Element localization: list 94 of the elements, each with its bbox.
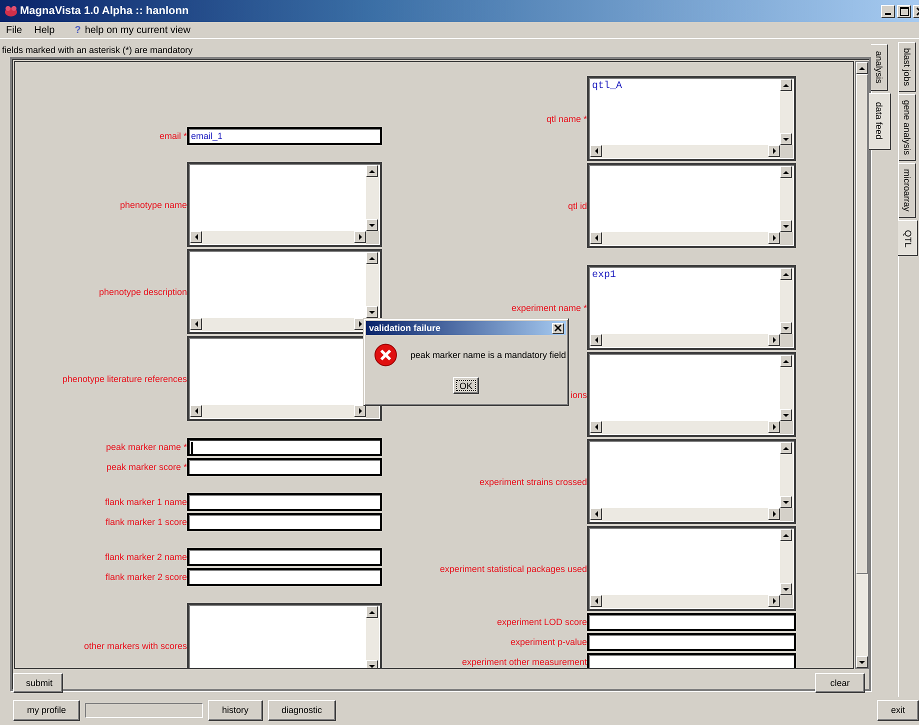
horizontal-scrollbar[interactable] xyxy=(590,421,780,434)
horizontal-scrollbar[interactable] xyxy=(190,318,366,331)
help-link[interactable]: help on my current view xyxy=(84,24,190,36)
vertical-scrollbar[interactable] xyxy=(780,268,793,334)
field-label: phenotype name xyxy=(118,200,187,210)
horizontal-scrollbar[interactable] xyxy=(590,334,780,347)
help-icon[interactable]: ? xyxy=(74,24,81,36)
field-label: experiment name * xyxy=(510,302,587,312)
tab[interactable]: data feed xyxy=(869,92,891,150)
clear-button[interactable]: clear xyxy=(815,673,865,693)
tab[interactable]: analysis xyxy=(871,44,888,91)
dialog-title: validation failure xyxy=(369,323,441,333)
field-label: peak marker name * xyxy=(104,442,187,452)
text-area[interactable]: qtl_A xyxy=(587,76,796,161)
field-label: experiment LOD score xyxy=(496,617,587,627)
input-field[interactable] xyxy=(587,653,796,668)
field-label: flank marker 1 score xyxy=(104,517,187,527)
input-field[interactable]: email_1 xyxy=(187,127,382,145)
field-label: experiment other measurement xyxy=(460,657,587,667)
ok-button[interactable]: OK xyxy=(453,377,478,394)
text-area[interactable] xyxy=(187,336,382,421)
horizontal-scrollbar[interactable] xyxy=(590,595,780,608)
close-icon xyxy=(554,324,562,332)
vertical-scrollbar[interactable] xyxy=(780,166,793,232)
input-field[interactable] xyxy=(187,493,382,511)
button[interactable]: history xyxy=(208,700,263,720)
scrollbar-corner xyxy=(780,145,793,158)
text-area[interactable] xyxy=(587,439,796,524)
close-button[interactable] xyxy=(552,322,564,334)
maximize-button[interactable] xyxy=(897,4,911,18)
vertical-scrollbar[interactable] xyxy=(366,165,379,231)
field-label: other markers with scores xyxy=(82,640,187,650)
text-area[interactable]: exp1 xyxy=(587,265,796,350)
text-area[interactable] xyxy=(187,603,382,668)
field-label: peak marker score * xyxy=(105,462,187,472)
vertical-scrollbar[interactable] xyxy=(366,606,379,668)
menu-item[interactable]: File xyxy=(6,24,22,36)
tab[interactable]: microarray xyxy=(899,163,916,218)
input-field[interactable] xyxy=(187,513,382,531)
button[interactable]: my profile xyxy=(13,700,80,720)
hint-text: fields marked with an asterisk (*) are mandatory xyxy=(2,44,194,57)
field-label: flank marker 2 name xyxy=(104,552,187,562)
scrollbar-corner xyxy=(780,595,793,608)
field-label: experiment p-value xyxy=(509,637,587,647)
vertical-scrollbar[interactable] xyxy=(780,79,793,145)
vertical-scrollbar[interactable] xyxy=(780,529,793,595)
input-field[interactable] xyxy=(187,458,382,476)
field-label: phenotype literature references xyxy=(61,374,187,384)
button[interactable]: diagnostic xyxy=(268,700,336,720)
maximize-icon xyxy=(900,6,908,16)
input-field[interactable] xyxy=(587,633,796,651)
field-label: ions xyxy=(569,390,587,400)
field-label: qtl name * xyxy=(545,114,587,124)
minimize-button[interactable] xyxy=(881,4,895,18)
minimize-icon xyxy=(885,12,891,14)
app-logo-icon xyxy=(4,5,18,17)
scrollbar-corner xyxy=(366,231,379,244)
vertical-scrollbar[interactable] xyxy=(780,442,793,508)
horizontal-scrollbar[interactable] xyxy=(190,231,366,244)
scrollbar-corner xyxy=(780,232,793,245)
horizontal-scrollbar[interactable] xyxy=(590,232,780,245)
horizontal-scrollbar[interactable] xyxy=(590,508,780,521)
scrollbar-corner xyxy=(780,334,793,347)
submit-button[interactable]: submit xyxy=(13,673,63,693)
input-field[interactable] xyxy=(187,568,382,586)
input-field[interactable] xyxy=(187,548,382,566)
field-label: flank marker 2 score xyxy=(104,572,187,582)
tab[interactable]: gene analysis xyxy=(899,94,916,162)
tab[interactable]: QTL xyxy=(898,220,918,256)
scrollbar-corner xyxy=(780,508,793,521)
field-label: experiment statistical packages used xyxy=(438,564,587,574)
text-area[interactable] xyxy=(587,163,796,248)
text-area[interactable] xyxy=(587,526,796,611)
menu-item[interactable]: Help xyxy=(34,24,55,36)
window-title: MagnaVista 1.0 Alpha :: hanlonn xyxy=(20,5,190,17)
vertical-scrollbar[interactable] xyxy=(855,61,869,669)
dialog-message: peak marker name is a mandatory field xyxy=(410,350,566,360)
field-label: phenotype description xyxy=(98,286,187,296)
field-label: flank marker 1 name xyxy=(104,497,187,507)
scrollbar-corner xyxy=(780,421,793,434)
text-area[interactable] xyxy=(187,162,382,247)
field-label: qtl id xyxy=(566,200,587,210)
horizontal-scrollbar[interactable] xyxy=(590,145,780,158)
vertical-scrollbar[interactable] xyxy=(366,252,379,318)
input-field[interactable] xyxy=(587,613,796,631)
input-field[interactable] xyxy=(187,438,382,456)
field-label: experiment strains crossed xyxy=(478,476,587,486)
field-label: email * xyxy=(158,131,187,141)
button[interactable]: exit xyxy=(876,700,919,720)
vertical-scrollbar[interactable] xyxy=(780,355,793,421)
tab[interactable]: blast jobs xyxy=(899,42,916,92)
text-area[interactable] xyxy=(587,352,796,437)
error-icon xyxy=(374,343,398,367)
horizontal-scrollbar[interactable] xyxy=(190,405,366,418)
